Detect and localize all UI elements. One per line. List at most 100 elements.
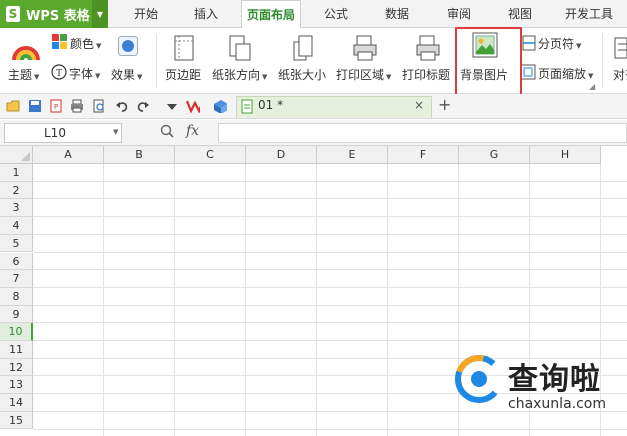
tab-developer[interactable]: 开发工具 [556, 0, 622, 28]
cloud-doc-icon[interactable] [213, 99, 227, 113]
tab-view[interactable]: 视图 [498, 0, 542, 28]
formula-input[interactable] [218, 123, 627, 143]
tab-home[interactable]: 开始 [124, 0, 168, 28]
column-header[interactable]: C [175, 146, 246, 164]
row-header[interactable]: 9 [0, 305, 33, 324]
tab-formulas[interactable]: 公式 [314, 0, 358, 28]
select-all-corner[interactable] [0, 146, 33, 164]
spreadsheet-file-icon [241, 99, 253, 114]
undo-icon[interactable] [115, 99, 129, 113]
menu-tab-bar: S WPS 表格 ▼ 开始 插入 页面布局 公式 数据 审阅 视图 开发工具 [0, 0, 627, 29]
gridline-horizontal [33, 322, 627, 324]
zoom-search-icon[interactable] [160, 124, 174, 138]
margins-button[interactable]: 页边距 [165, 66, 201, 83]
insert-function-icon[interactable]: fx [186, 123, 199, 139]
align-button[interactable]: 对齐 [613, 66, 627, 83]
save-icon[interactable] [28, 99, 42, 113]
column-header[interactable]: F [388, 146, 459, 164]
page-break-icon[interactable] [522, 35, 536, 51]
row-header[interactable]: 10 [0, 323, 33, 341]
print-titles-button[interactable]: 打印标题 [402, 66, 450, 83]
tab-page-layout[interactable]: 页面布局 [241, 0, 301, 29]
gridline-horizontal [33, 216, 627, 218]
column-header[interactable]: B [104, 146, 175, 164]
paper-size-button[interactable]: 纸张大小 [278, 66, 326, 83]
customize-dropdown-icon[interactable] [166, 99, 180, 113]
row-header[interactable]: 11 [0, 341, 33, 359]
colors-button[interactable]: 颜色 ▼ [70, 35, 101, 52]
background-image-highlight [455, 27, 522, 97]
column-header[interactable]: D [246, 146, 317, 164]
column-header[interactable]: H [530, 146, 601, 164]
new-tab-icon[interactable]: + [438, 95, 451, 114]
gridline-horizontal [33, 198, 627, 200]
page-scale-label: 页面缩放 [538, 67, 587, 81]
row-header[interactable]: 2 [0, 181, 33, 200]
wps-home-icon[interactable] [186, 99, 200, 113]
gridline-horizontal [33, 251, 627, 253]
column-header[interactable]: E [317, 146, 388, 164]
watermark-url: chaxunla.com [508, 396, 606, 412]
ribbon-separator [156, 34, 157, 88]
theme-icon[interactable] [12, 36, 40, 62]
page-setup-launcher-icon[interactable]: ◢ [589, 82, 595, 91]
redo-icon[interactable] [136, 99, 150, 113]
row-header[interactable]: 14 [0, 394, 33, 412]
row-header[interactable]: 15 [0, 411, 33, 430]
row-header[interactable]: 12 [0, 358, 33, 377]
theme-label: 主题 [8, 68, 33, 82]
page-scale-icon[interactable] [520, 64, 536, 80]
colors-icon[interactable] [52, 34, 68, 50]
theme-button[interactable]: 主题 ▼ [8, 66, 39, 83]
app-menu-caret-icon[interactable]: ▼ [92, 0, 108, 28]
name-box-dropdown-icon[interactable]: ▼ [113, 128, 118, 136]
document-title: 01 * [258, 98, 284, 112]
column-header[interactable]: G [459, 146, 530, 164]
close-tab-icon[interactable]: × [414, 98, 424, 112]
margins-icon[interactable] [173, 34, 195, 62]
effects-icon[interactable] [118, 36, 138, 56]
open-folder-icon[interactable] [6, 99, 20, 113]
orientation-icon[interactable] [228, 34, 252, 62]
tab-insert[interactable]: 插入 [184, 0, 228, 28]
gridline-horizontal [33, 428, 627, 430]
fonts-button[interactable]: 字体 ▼ [69, 65, 100, 82]
fonts-icon[interactable]: T [51, 64, 67, 80]
print-area-icon[interactable] [353, 34, 377, 62]
print-titles-icon[interactable] [416, 34, 440, 62]
page-break-button[interactable]: 分页符 ▼ [538, 35, 581, 52]
svg-text:P: P [54, 103, 58, 111]
column-header[interactable]: A [33, 146, 104, 164]
row-header[interactable]: 13 [0, 376, 33, 395]
gridline-horizontal [33, 180, 627, 182]
page-break-label: 分页符 [538, 37, 575, 51]
effects-button[interactable]: 效果 ▼ [111, 66, 142, 83]
app-menu-button[interactable]: S WPS 表格 ▼ [0, 0, 108, 28]
gridline-horizontal [33, 304, 627, 306]
print-icon[interactable] [70, 99, 84, 113]
row-header[interactable]: 4 [0, 217, 33, 235]
wps-logo-icon: S [6, 6, 20, 22]
page-scale-button[interactable]: 页面缩放 ▼ [538, 65, 593, 82]
orientation-button[interactable]: 纸张方向 ▼ [212, 66, 267, 83]
ribbon-separator [602, 34, 603, 88]
print-preview-icon[interactable] [92, 99, 106, 113]
paper-size-icon[interactable] [292, 34, 314, 62]
export-pdf-icon[interactable]: P [49, 99, 63, 113]
ribbon: 主题 ▼ 颜色 ▼ T 字体 ▼ 效果 ▼ 页边距 纸张方向 ▼ 纸张大小 打印… [0, 28, 627, 94]
colors-label: 颜色 [70, 37, 95, 51]
row-header[interactable]: 3 [0, 199, 33, 218]
row-header[interactable]: 1 [0, 164, 33, 182]
gridline-horizontal [33, 233, 627, 235]
row-header[interactable]: 7 [0, 270, 33, 288]
gridline-horizontal [33, 269, 627, 271]
row-header[interactable]: 6 [0, 252, 33, 271]
row-header[interactable]: 8 [0, 287, 33, 306]
tab-data[interactable]: 数据 [375, 0, 419, 28]
tab-review[interactable]: 审阅 [437, 0, 481, 28]
watermark-text: 查询啦 [508, 362, 601, 397]
align-icon[interactable] [614, 36, 627, 60]
row-header[interactable]: 5 [0, 234, 33, 253]
name-box-value: L10 [44, 126, 66, 140]
print-area-button[interactable]: 打印区域 ▼ [336, 66, 391, 83]
